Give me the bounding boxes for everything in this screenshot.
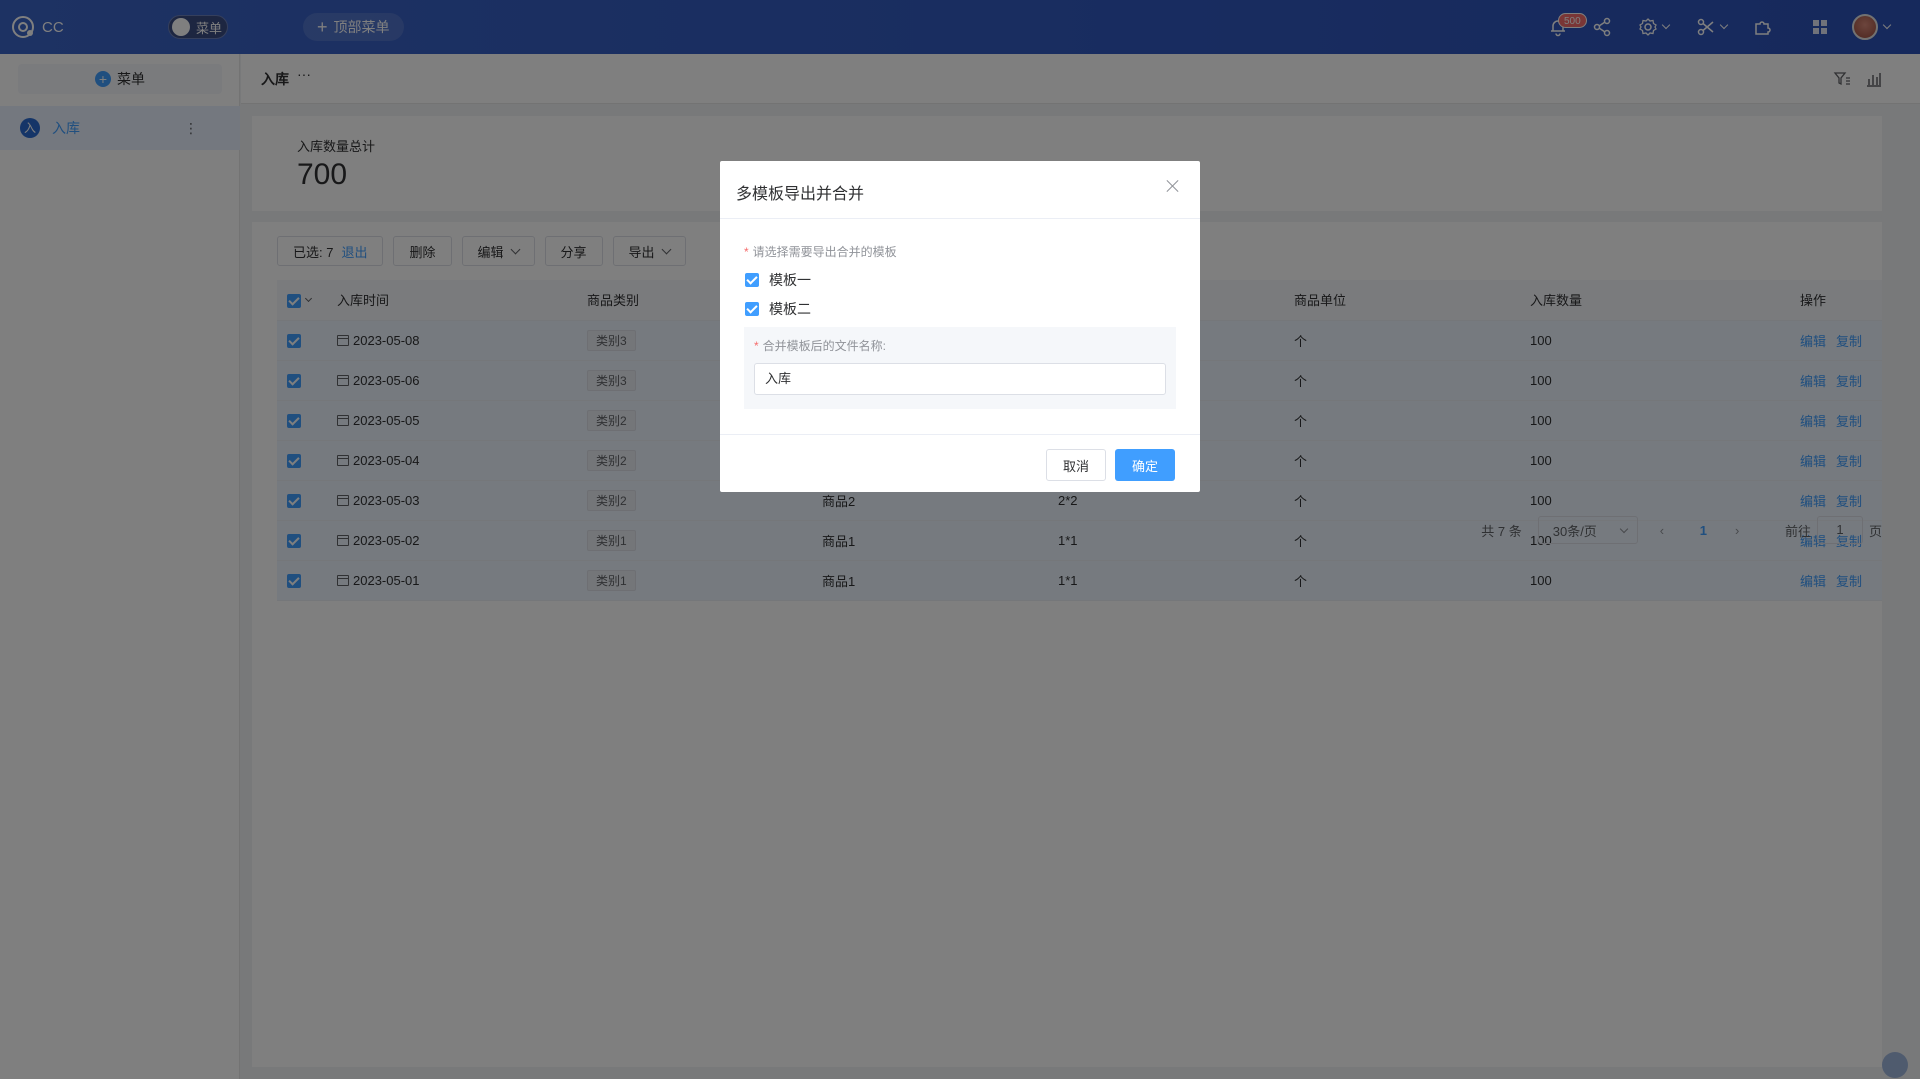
dialog-footer: 取消 确定 <box>720 435 1200 491</box>
template-option-2[interactable]: 模板二 <box>745 299 811 319</box>
dialog-title: 多模板导出并合并 <box>736 186 865 203</box>
filename-section: * 合并模板后的文件名称: 入库 <box>744 327 1176 409</box>
checkbox-checked-icon[interactable] <box>745 302 759 316</box>
template-option-label: 模板二 <box>769 301 811 317</box>
export-merge-dialog: 多模板导出并合并 * 请选择需要导出合并的模板 模板一 模板二 * 合并模板后的文件… <box>720 161 1200 492</box>
template-hint: * 请选择需要导出合并的模板 <box>744 243 897 260</box>
cancel-button[interactable]: 取消 <box>1046 449 1106 481</box>
dialog-header: 多模板导出并合并 <box>720 161 1200 219</box>
close-icon[interactable] <box>1166 179 1180 193</box>
filename-label: * 合并模板后的文件名称: <box>754 337 886 354</box>
template-hint-text: 请选择需要导出合并的模板 <box>752 245 897 259</box>
filename-input[interactable]: 入库 <box>754 363 1166 395</box>
required-mark: * <box>754 339 759 353</box>
filename-label-text: 合并模板后的文件名称: <box>762 339 887 353</box>
dialog-body: * 请选择需要导出合并的模板 模板一 模板二 * 合并模板后的文件名称: 入库 <box>720 219 1200 435</box>
required-mark: * <box>744 245 749 259</box>
template-option-1[interactable]: 模板一 <box>745 270 811 290</box>
confirm-button[interactable]: 确定 <box>1115 449 1175 481</box>
template-option-label: 模板一 <box>769 272 811 288</box>
checkbox-checked-icon[interactable] <box>745 273 759 287</box>
